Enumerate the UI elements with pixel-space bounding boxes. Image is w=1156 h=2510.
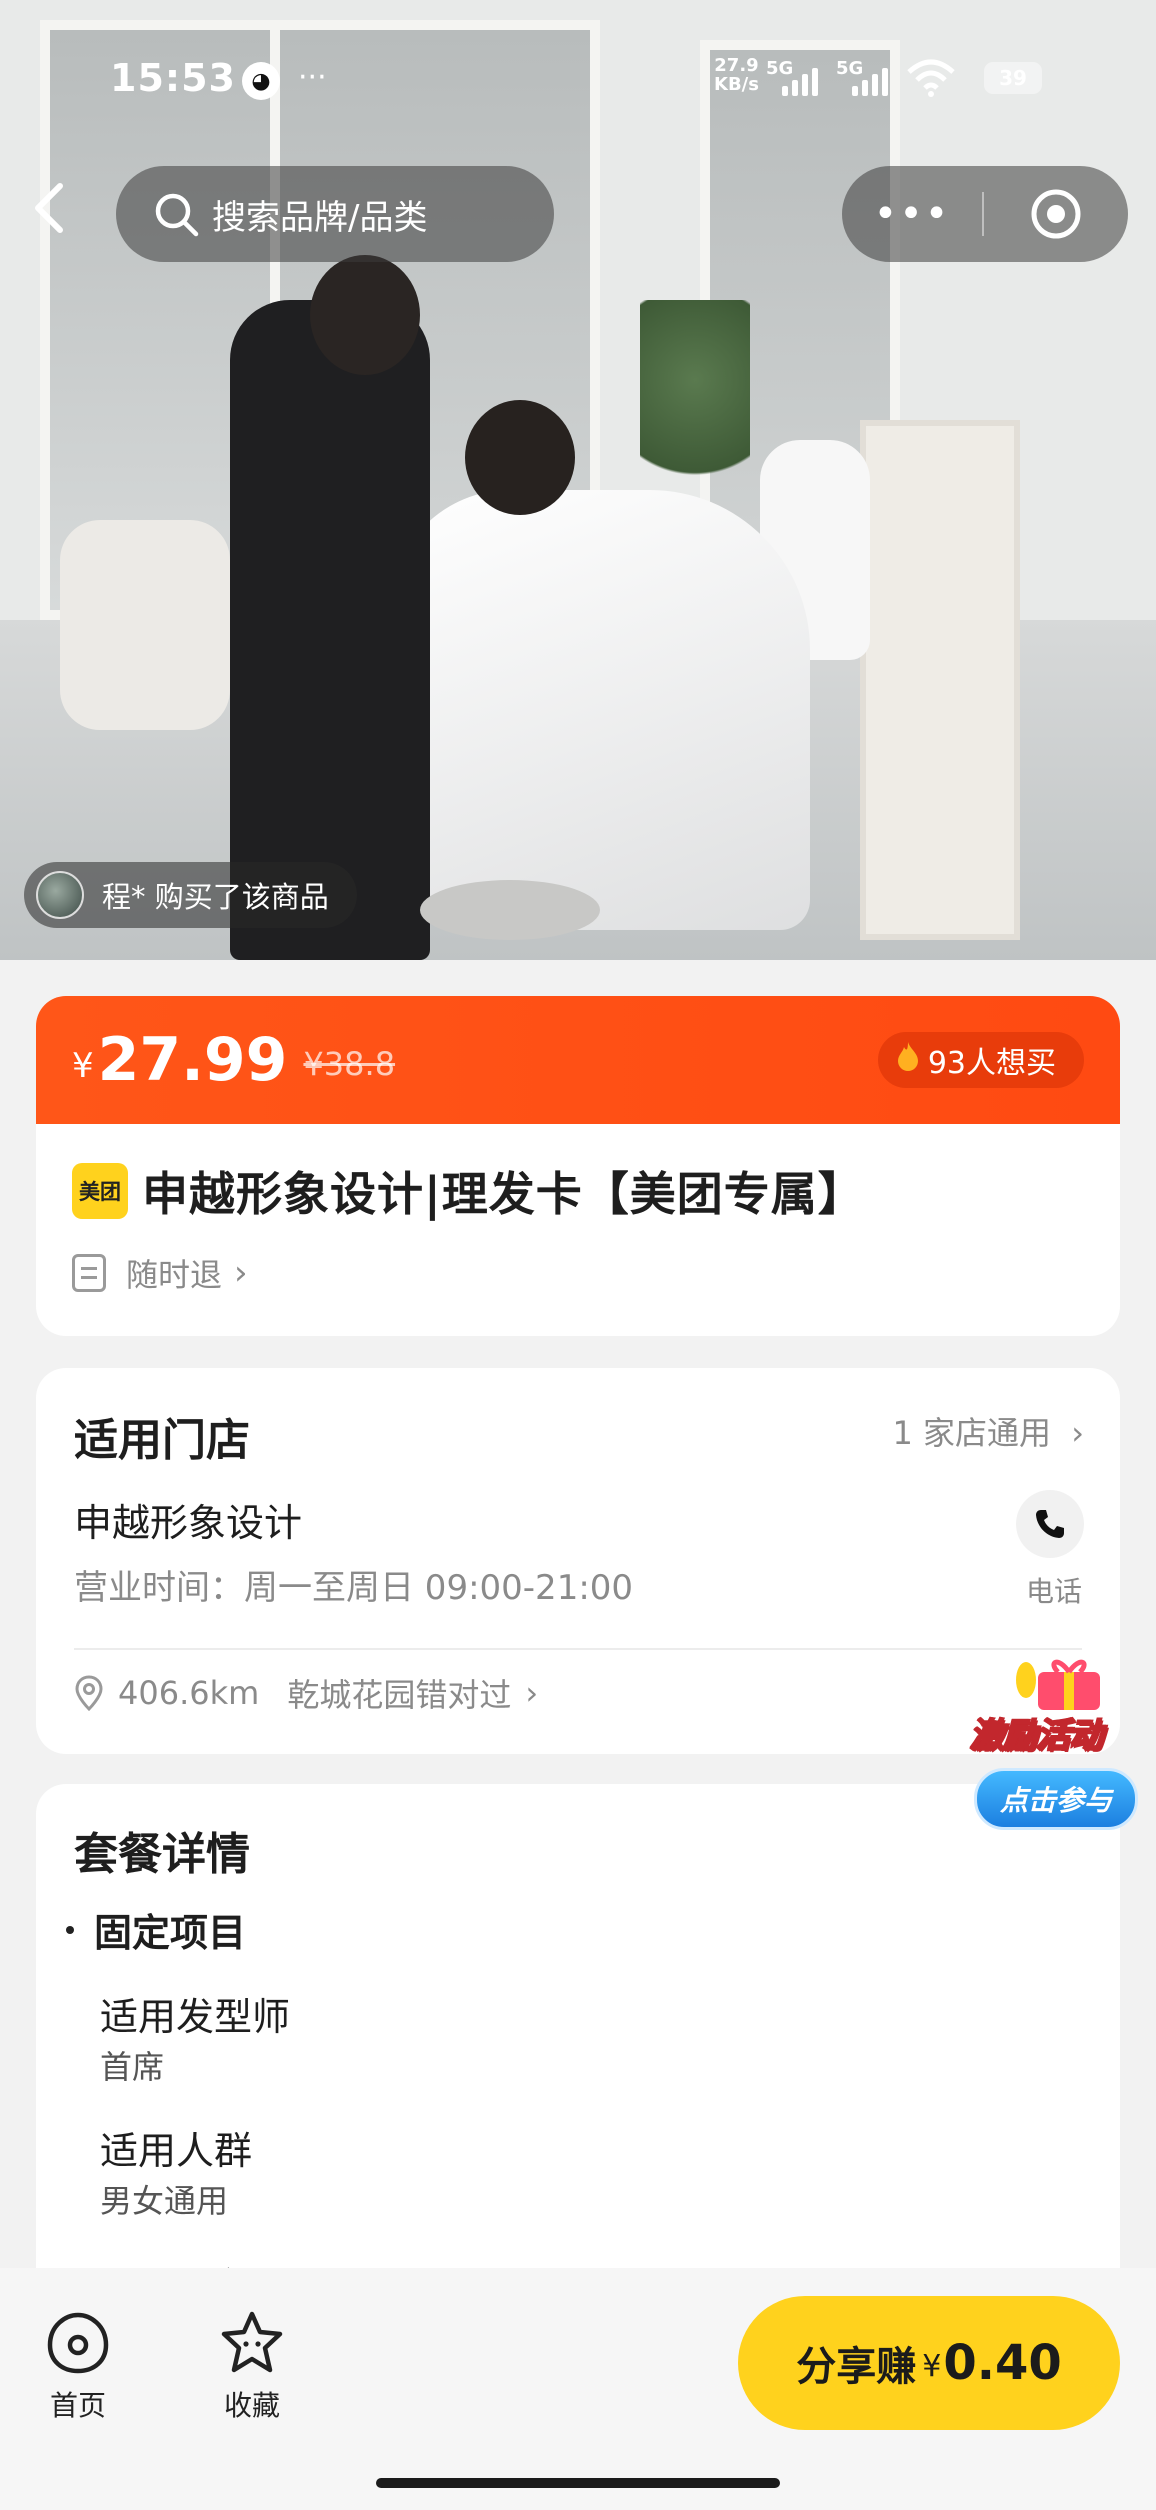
net-speed: 27.9 KB/s	[714, 56, 759, 94]
share-earn-button[interactable]: 分享赚 ¥ 0.40	[738, 2296, 1120, 2430]
mini-program-capsule: •••	[842, 166, 1128, 262]
document-icon	[72, 1254, 106, 1292]
status-bar: 15:53 ◕ ··· 27.9 KB/s 5G 5G 39	[0, 0, 1156, 130]
qq-icon: ◕	[242, 62, 280, 100]
gift-icon	[1016, 1659, 1100, 1710]
hero-chair-base	[420, 880, 600, 940]
search-input[interactable]: 搜索品牌/品类	[116, 166, 554, 262]
hero-barber	[230, 300, 430, 960]
store-card: 适用门店 1 家店通用 › 申越形象设计 营业时间：周一至周日 09:00-21…	[36, 1368, 1120, 1754]
hero-barber-head	[310, 255, 420, 375]
incentive-activity-badge[interactable]: 激励活动 点击参与	[964, 1650, 1148, 1840]
package-heading: 套餐详情	[74, 1829, 250, 1880]
product-hero-image[interactable]	[0, 0, 1156, 960]
phone-icon	[1036, 1510, 1064, 1538]
phone-label: 电话	[1025, 1575, 1082, 1608]
store-heading: 适用门店	[74, 1415, 250, 1466]
package-item-label: 适用人群	[100, 2129, 253, 2173]
close-button[interactable]	[984, 187, 1128, 241]
product-title: 申越形象设计|理发卡【美团专属】	[142, 1167, 865, 1221]
search-icon	[155, 193, 199, 237]
net-speed-unit: KB/s	[714, 74, 759, 95]
battery-icon: 39	[984, 62, 1042, 94]
home-tab[interactable]: 首页	[18, 2308, 138, 2424]
phone-button[interactable]	[1016, 1490, 1084, 1558]
want-count: 93人想买	[927, 1046, 1056, 1081]
want-count-badge: 93人想买	[877, 1032, 1084, 1088]
price-band: ¥ 27.99 ¥38.8 93人想买	[36, 996, 1120, 1124]
refund-label: 随时退	[126, 1256, 223, 1294]
store-name[interactable]: 申越形象设计	[74, 1492, 302, 1547]
store-count-link[interactable]: 1 家店通用 ›	[892, 1408, 1084, 1454]
chevron-right-icon: ›	[525, 1674, 539, 1712]
package-item-value: 男女通用	[100, 2182, 229, 2220]
incentive-label: 激励活动	[969, 1715, 1104, 1757]
meituan-badge: 美团	[72, 1163, 128, 1219]
more-button[interactable]: •••	[842, 166, 982, 262]
store-address-link[interactable]: 406.6km 乾城花园错对过 ›	[74, 1670, 538, 1716]
search-placeholder: 搜索品牌/品类	[212, 197, 428, 238]
hero-plant	[640, 300, 750, 500]
home-label: 首页	[49, 2389, 106, 2422]
signal-1-icon	[782, 66, 818, 96]
product-title-row: 美团 申越形象设计|理发卡【美团专属】	[36, 1124, 1120, 1224]
package-item-value: 首席	[100, 2048, 165, 2086]
package-section-label: 固定项目	[94, 1911, 247, 1955]
location-pin-icon	[75, 1675, 103, 1711]
package-details-card: 套餐详情 固定项目 适用发型师 首席 适用人群 男女通用 可用时段	[36, 1784, 1120, 2304]
chevron-left-icon	[35, 183, 63, 233]
favorite-label: 收藏	[223, 2389, 280, 2422]
status-time: 15:53	[110, 56, 236, 100]
current-price: 27.99	[97, 1025, 288, 1095]
buyer-notice-text: 程* 购买了该商品	[102, 880, 329, 914]
status-more-dots: ···	[298, 60, 327, 95]
refund-policy-link[interactable]: 随时退 ›	[36, 1224, 1120, 1296]
store-divider	[74, 1648, 1082, 1650]
package-item-label: 适用发型师	[100, 1995, 291, 2039]
bullet-dot	[66, 1925, 74, 1934]
chevron-right-icon: ›	[234, 1253, 248, 1293]
favorite-tab[interactable]: 收藏	[192, 2308, 312, 2424]
hero-cape	[390, 490, 810, 930]
hero-client	[465, 400, 575, 515]
avatar	[36, 871, 84, 919]
join-button[interactable]: 点击参与	[974, 1768, 1138, 1830]
chevron-right-icon: ›	[1071, 1414, 1084, 1452]
wifi-icon	[906, 58, 956, 107]
buyer-notice: 程* 购买了该商品	[24, 862, 357, 928]
signal-2-icon	[852, 66, 888, 96]
flame-icon	[896, 1041, 920, 1079]
home-indicator	[376, 2478, 780, 2488]
store-address: 乾城花园错对过	[287, 1676, 512, 1714]
package-section-title: 固定项目	[66, 1902, 246, 1957]
star-icon	[221, 2311, 283, 2373]
price-currency: ¥	[72, 1046, 94, 1086]
share-currency: ¥	[922, 2348, 942, 2384]
store-hours: 营业时间：周一至周日 09:00-21:00	[74, 1568, 634, 1608]
store-count: 1 家店通用	[892, 1414, 1052, 1452]
hero-chair	[60, 520, 230, 730]
back-button[interactable]	[28, 178, 78, 248]
net-speed-value: 27.9	[714, 55, 759, 76]
price-card: ¥ 27.99 ¥38.8 93人想买 美团 申越形象设计|理发卡【美团专属】 …	[36, 996, 1120, 1336]
share-label: 分享赚	[796, 2344, 917, 2390]
target-icon	[1031, 189, 1081, 239]
home-icon	[47, 2312, 109, 2374]
share-amount: 0.40	[943, 2335, 1062, 2391]
hero-cabinet	[860, 420, 1020, 940]
original-price: ¥38.8	[303, 1045, 396, 1083]
store-distance: 406.6km	[118, 1674, 260, 1712]
bottom-action-bar: 首页 收藏 分享赚 ¥ 0.40	[0, 2268, 1156, 2510]
